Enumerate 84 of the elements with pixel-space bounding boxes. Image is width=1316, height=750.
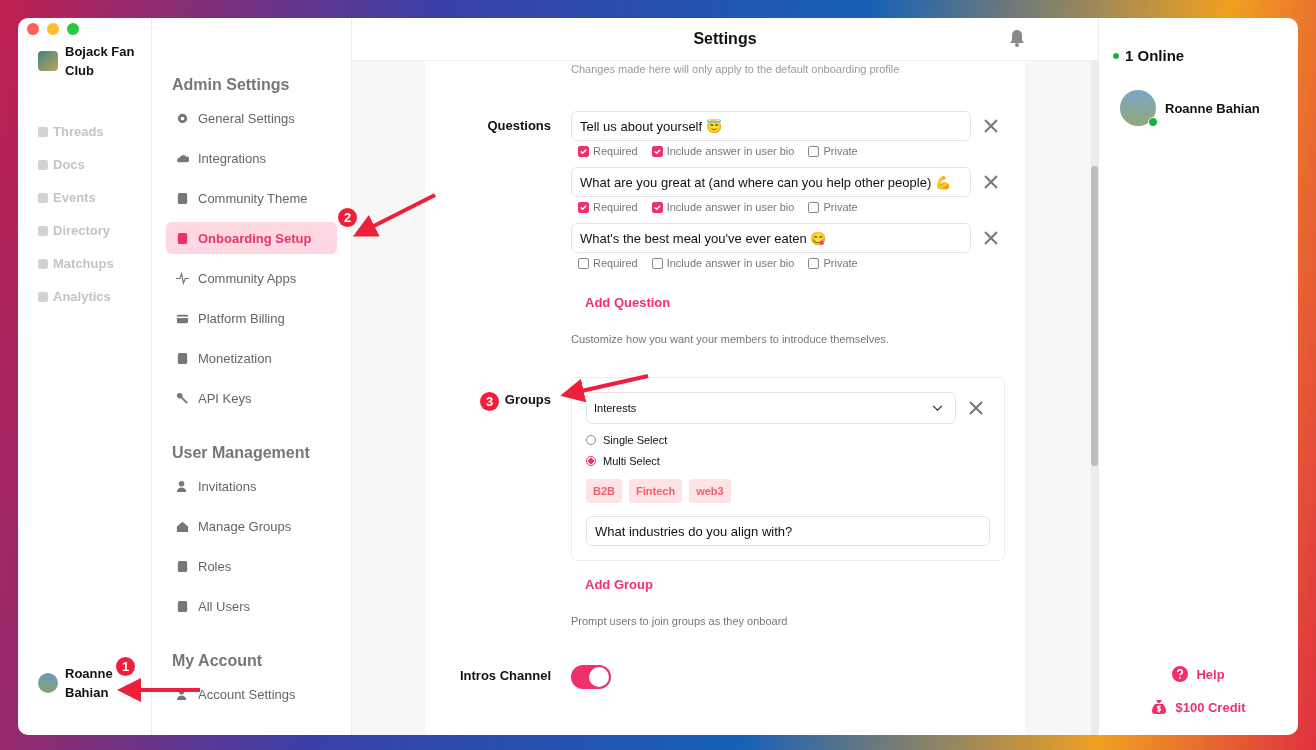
prompt-field[interactable]: What industries do you align with? <box>586 516 990 546</box>
note-text: Changes made here will only apply to the default onboarding profile <box>571 63 901 75</box>
square-icon <box>38 258 48 269</box>
avatar <box>38 673 58 693</box>
gear-icon <box>176 111 189 125</box>
page-title: Settings <box>693 30 757 48</box>
close-icon[interactable] <box>984 231 998 245</box>
checkbox-label: Include answer in user bio <box>666 257 795 269</box>
checkbox-label: Required <box>593 145 638 157</box>
chevron-down-icon <box>932 404 943 412</box>
section-title: Admin Settings <box>172 76 291 94</box>
section-title: User Management <box>172 444 311 462</box>
nav-item[interactable]: Community Theme <box>166 182 337 214</box>
member-name[interactable]: Roanne Bahian <box>1165 100 1260 116</box>
checkbox[interactable] <box>808 201 820 213</box>
hint-text: Prompt users to join groups as they onboard <box>571 615 789 627</box>
section-title: My Account <box>172 652 264 670</box>
nav-item[interactable]: Monetization <box>166 342 337 374</box>
pulse-icon <box>176 271 189 285</box>
key-icon <box>176 391 189 405</box>
tag: web3 <box>689 479 731 503</box>
checkbox-label: Required <box>593 201 638 213</box>
close-icon[interactable] <box>969 401 983 415</box>
community-image <box>38 51 58 71</box>
square-icon <box>38 126 48 137</box>
nav-item[interactable]: Roles <box>166 550 337 582</box>
scrollbar-thumb[interactable] <box>1091 166 1098 466</box>
field-label: Groups <box>504 392 551 407</box>
footer-link[interactable]: $100 Credit <box>1151 699 1246 715</box>
checkbox-label: Private <box>823 201 858 213</box>
nav-item[interactable]: General Settings <box>166 102 337 134</box>
square-icon <box>38 291 48 302</box>
house-icon <box>176 519 189 533</box>
checkbox-label: Include answer in user bio <box>666 201 795 213</box>
tag: Fintech <box>629 479 683 503</box>
nav-item[interactable]: Manage Groups <box>166 510 337 542</box>
nav-item[interactable]: API Keys <box>166 382 337 414</box>
field-label: Intros Channel <box>460 668 551 683</box>
nav-item[interactable]: Account Settings <box>166 678 337 710</box>
question-mark-icon <box>1172 666 1189 682</box>
close-icon[interactable] <box>984 175 998 189</box>
tag: B2B <box>586 479 622 503</box>
toggle-switch[interactable] <box>571 665 611 689</box>
add-question-link[interactable]: Add Question <box>585 295 671 310</box>
checkbox-label: Private <box>823 257 858 269</box>
square-icon <box>38 192 48 203</box>
checkbox[interactable] <box>578 257 589 269</box>
nav-item[interactable]: Integrations <box>166 142 337 174</box>
avatar <box>1120 90 1156 126</box>
question-field[interactable]: Tell us about yourself 😇 <box>571 111 971 141</box>
nav-item[interactable]: All Users <box>166 590 337 622</box>
community-name[interactable]: Bojack Fan Club <box>65 42 135 80</box>
online-count: 1 Online <box>1125 47 1185 64</box>
radio-label: Multi Select <box>603 455 660 467</box>
checkbox-label: Private <box>823 145 858 157</box>
bell-icon[interactable] <box>1009 29 1025 47</box>
nav-item[interactable]: Platform Billing <box>166 302 337 334</box>
square-icon <box>38 225 48 236</box>
question-field[interactable]: What are you great at (and where can you help other people) 💪 <box>571 167 971 197</box>
checkbox[interactable] <box>651 257 663 269</box>
square-icon <box>38 159 48 170</box>
question-field[interactable]: What's the best meal you've ever eaten 😋 <box>571 223 971 253</box>
field-label: Questions <box>487 118 551 133</box>
hint-text: Customize how you want your members to introduce themselves. <box>571 333 890 345</box>
nav-item[interactable]: Invitations <box>166 470 337 502</box>
checkbox[interactable] <box>808 257 820 269</box>
checkbox[interactable] <box>808 145 820 157</box>
group-dropdown[interactable]: Interests <box>586 392 956 424</box>
checkbox-label: Include answer in user bio <box>666 145 795 157</box>
checkbox[interactable] <box>651 145 663 157</box>
radio-button[interactable] <box>586 456 596 466</box>
close-icon[interactable] <box>984 119 998 133</box>
footer-link[interactable]: Help <box>1172 666 1225 682</box>
checkbox[interactable] <box>578 201 589 213</box>
radio-label: Single Select <box>603 434 668 446</box>
checkbox[interactable] <box>578 145 589 157</box>
close-button[interactable] <box>27 23 39 35</box>
online-dot <box>1113 52 1119 59</box>
nav-item[interactable]: Community Apps <box>166 262 337 294</box>
checkbox[interactable] <box>651 201 663 213</box>
checkbox-label: Required <box>593 257 638 269</box>
money-bag-icon <box>1151 699 1168 715</box>
zoom-button[interactable] <box>67 23 79 35</box>
add-group-link[interactable]: Add Group <box>585 577 653 592</box>
